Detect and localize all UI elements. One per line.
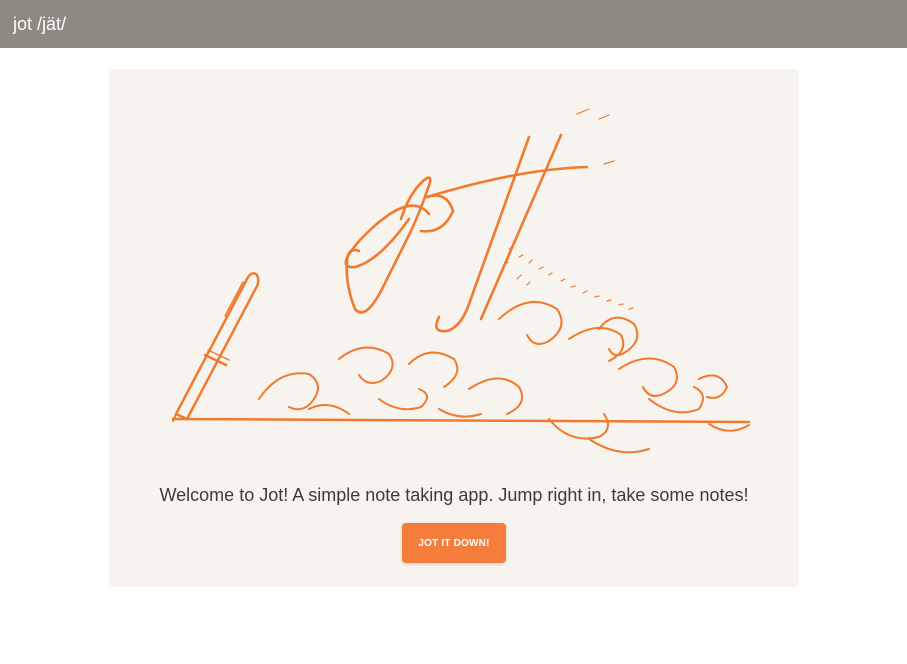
app-header: jot /jät/ <box>0 0 907 48</box>
jot-it-down-button[interactable]: JOT IT DOWN! <box>402 523 506 563</box>
jot-pen-signature-illustration-icon <box>171 108 751 454</box>
smoke-swirl-decoration <box>258 301 750 454</box>
welcome-card: Welcome to Jot! A simple note taking app… <box>109 69 799 587</box>
welcome-message: Welcome to Jot! A simple note taking app… <box>159 485 749 505</box>
pen-icon <box>172 271 260 422</box>
jot-wordmark-icon <box>344 133 589 333</box>
app-title[interactable]: jot /jät/ <box>13 14 66 35</box>
